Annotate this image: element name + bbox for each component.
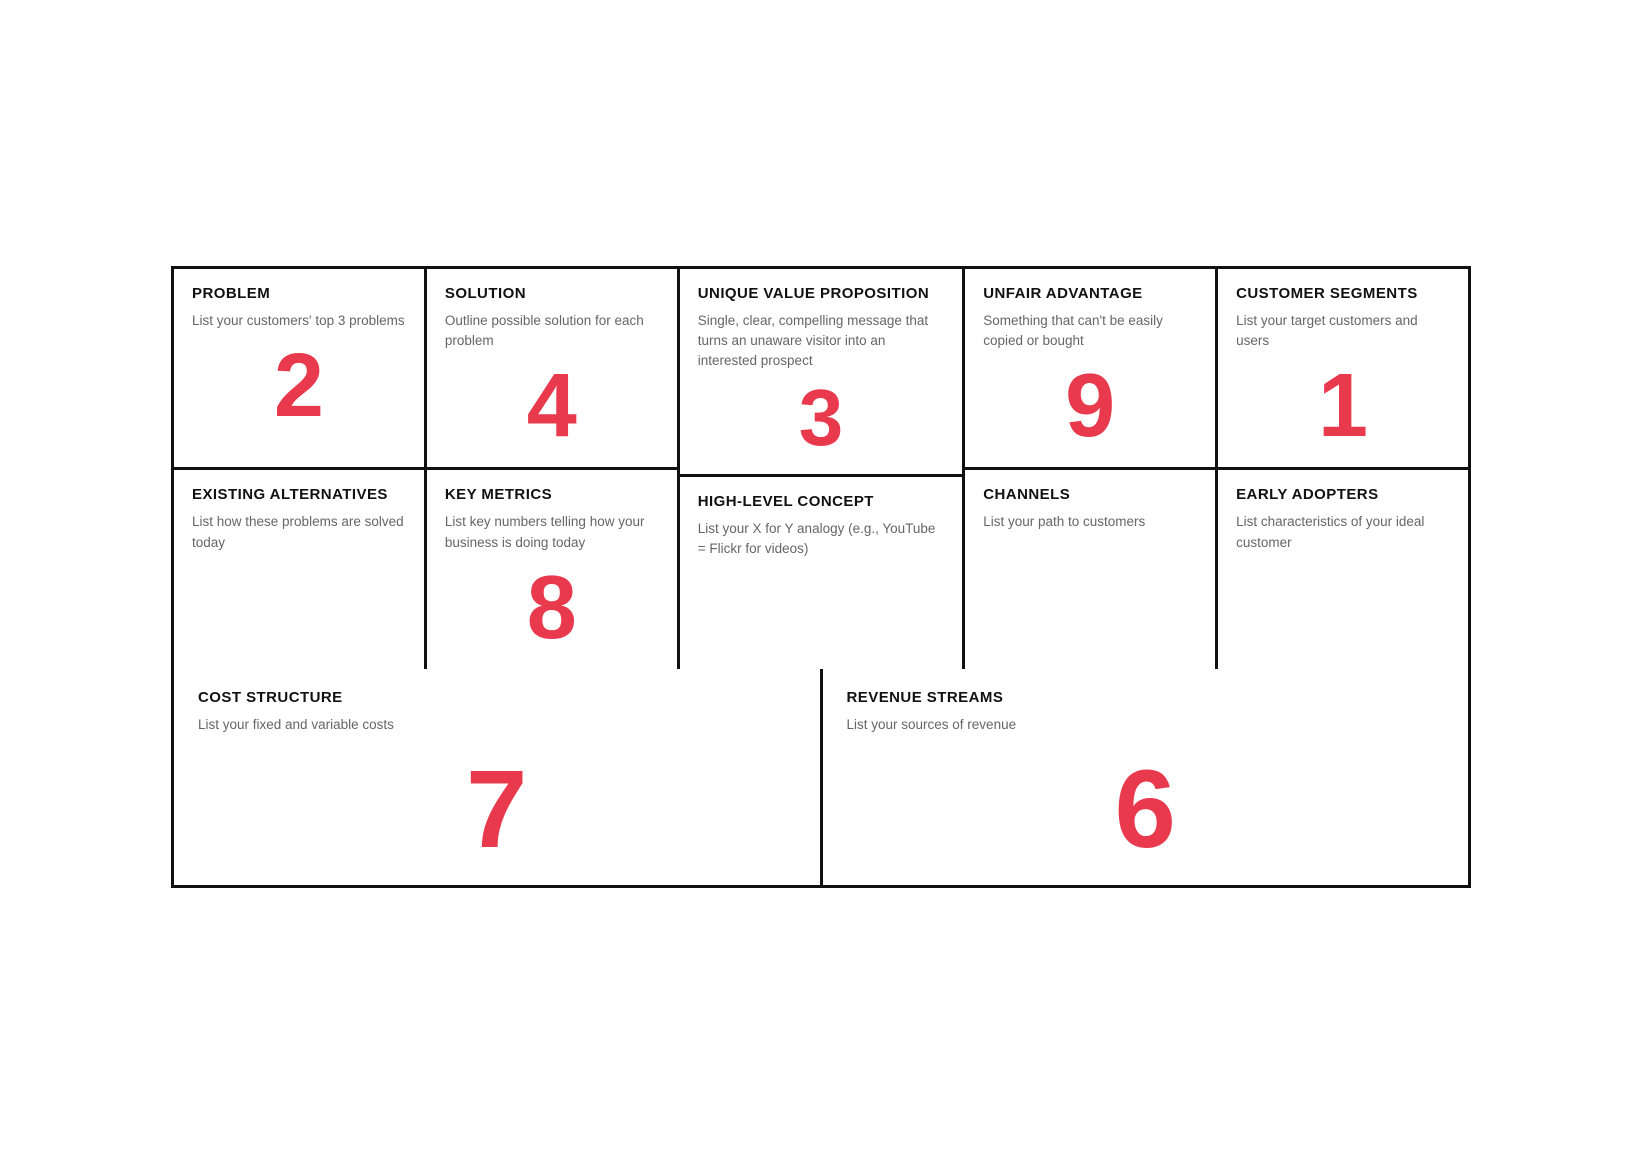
segments-cell: CUSTOMER SEGMENTS List your target custo…: [1218, 269, 1468, 471]
adopters-title: EARLY ADOPTERS: [1236, 486, 1450, 504]
unfair-number: 9: [983, 361, 1197, 451]
problem-title: PROBLEM: [192, 285, 406, 303]
segments-desc: List your target customers and users: [1236, 311, 1450, 352]
concept-desc: List your X for Y analogy (e.g., YouTube…: [698, 519, 944, 560]
uvp-number: 3: [698, 378, 944, 458]
bottom-row: COST STRUCTURE List your fixed and varia…: [174, 669, 1468, 885]
far-right-col: CUSTOMER SEGMENTS List your target custo…: [1218, 269, 1468, 669]
main-content-row: PROBLEM List your customers' top 3 probl…: [174, 269, 1468, 669]
problem-desc: List your customers' top 3 problems: [192, 311, 406, 331]
metrics-cell: KEY METRICS List key numbers telling how…: [427, 470, 677, 669]
concept-title: HIGH-LEVEL CONCEPT: [698, 493, 944, 511]
metrics-desc: List key numbers telling how your busine…: [445, 512, 659, 553]
cost-number: 7: [198, 755, 796, 865]
metrics-title: KEY METRICS: [445, 486, 659, 504]
second-col: SOLUTION Outline possible solution for e…: [427, 269, 680, 669]
cost-cell: COST STRUCTURE List your fixed and varia…: [174, 669, 823, 885]
metrics-number: 8: [445, 563, 659, 653]
center-col: UNIQUE VALUE PROPOSITION Single, clear, …: [680, 269, 965, 669]
unfair-cell: UNFAIR ADVANTAGE Something that can't be…: [965, 269, 1215, 471]
channels-cell: CHANNELS List your path to customers: [965, 470, 1215, 669]
right-col: UNFAIR ADVANTAGE Something that can't be…: [965, 269, 1218, 669]
adopters-cell: EARLY ADOPTERS List characteristics of y…: [1218, 470, 1468, 669]
solution-title: SOLUTION: [445, 285, 659, 303]
left-col: PROBLEM List your customers' top 3 probl…: [174, 269, 427, 669]
unfair-title: UNFAIR ADVANTAGE: [983, 285, 1197, 303]
adopters-desc: List characteristics of your ideal custo…: [1236, 512, 1450, 553]
cost-title: COST STRUCTURE: [198, 689, 796, 707]
revenue-number: 6: [847, 755, 1445, 865]
problem-cell: PROBLEM List your customers' top 3 probl…: [174, 269, 424, 471]
concept-cell: HIGH-LEVEL CONCEPT List your X for Y ana…: [680, 477, 962, 669]
unfair-desc: Something that can't be easily copied or…: [983, 311, 1197, 352]
segments-title: CUSTOMER SEGMENTS: [1236, 285, 1450, 303]
channels-title: CHANNELS: [983, 486, 1197, 504]
problem-number: 2: [192, 341, 406, 431]
uvp-title: UNIQUE VALUE PROPOSITION: [698, 285, 944, 303]
revenue-cell: REVENUE STREAMS List your sources of rev…: [823, 669, 1469, 885]
uvp-cell: UNIQUE VALUE PROPOSITION Single, clear, …: [680, 269, 962, 477]
revenue-title: REVENUE STREAMS: [847, 689, 1445, 707]
solution-desc: Outline possible solution for each probl…: [445, 311, 659, 352]
alternatives-title: EXISTING ALTERNATIVES: [192, 486, 406, 504]
uvp-desc: Single, clear, compelling message that t…: [698, 311, 944, 372]
solution-cell: SOLUTION Outline possible solution for e…: [427, 269, 677, 471]
channels-desc: List your path to customers: [983, 512, 1197, 532]
alternatives-cell: EXISTING ALTERNATIVES List how these pro…: [174, 470, 424, 669]
lean-canvas: PROBLEM List your customers' top 3 probl…: [171, 266, 1471, 888]
cost-desc: List your fixed and variable costs: [198, 715, 796, 735]
revenue-desc: List your sources of revenue: [847, 715, 1445, 735]
segments-number: 1: [1236, 361, 1450, 451]
alternatives-desc: List how these problems are solved today: [192, 512, 406, 553]
solution-number: 4: [445, 361, 659, 451]
